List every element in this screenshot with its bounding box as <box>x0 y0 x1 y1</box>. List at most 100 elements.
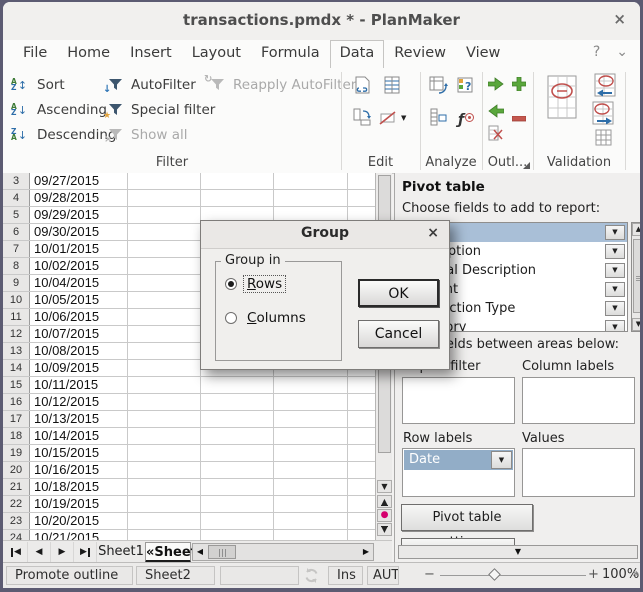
pivot-table-icon[interactable] <box>428 75 448 99</box>
table-row[interactable]: 2210/19/2015 <box>3 496 375 513</box>
clear-circles-icon[interactable] <box>591 101 617 131</box>
row-header[interactable]: 23 <box>3 513 30 529</box>
scroll-down-icon[interactable]: ▼ <box>377 480 392 493</box>
row-header[interactable]: 15 <box>3 377 30 393</box>
sort-button[interactable]: AZ↕ Sort <box>11 75 65 95</box>
row-header[interactable]: 6 <box>3 224 30 240</box>
date-cell[interactable]: 10/04/2015 <box>29 275 99 291</box>
delete-cells-icon[interactable] <box>379 109 397 131</box>
date-cell[interactable]: 10/18/2015 <box>29 479 99 495</box>
menu-view[interactable]: View <box>456 41 510 66</box>
row-header[interactable]: 5 <box>3 207 30 223</box>
table-row[interactable]: 2410/21/2015 <box>3 530 375 540</box>
table-row[interactable]: 1810/14/2015 <box>3 428 375 445</box>
window-close-icon[interactable]: × <box>613 10 626 28</box>
row-labels-dropdown-icon[interactable]: ▼ <box>491 451 512 469</box>
radio-rows[interactable]: Rows <box>225 276 285 292</box>
show-all-button[interactable]: × Show all <box>107 125 188 145</box>
first-sheet-icon[interactable]: ◀ <box>5 542 28 562</box>
previous-object-icon[interactable]: ▲ <box>377 495 392 508</box>
date-cell[interactable]: 10/21/2015 <box>29 530 99 540</box>
date-cell[interactable]: 09/29/2015 <box>29 207 99 223</box>
date-cell[interactable]: 10/11/2015 <box>29 377 98 393</box>
horizontal-scrollbar-thumb[interactable] <box>208 545 236 559</box>
demote-outline-icon[interactable] <box>488 76 504 95</box>
field-dropdown-icon[interactable]: ▼ <box>605 263 625 278</box>
radio-columns[interactable]: Columns <box>225 310 309 326</box>
zoom-in-icon[interactable]: + <box>588 567 599 582</box>
autofilter-button[interactable]: ↓ AutoFilter <box>107 75 196 95</box>
radio-columns-icon[interactable] <box>225 312 237 324</box>
row-labels-item-date[interactable]: Date ▼ <box>404 450 513 470</box>
field-dropdown-icon[interactable]: ▼ <box>605 244 625 259</box>
status-sum-mode[interactable]: AUTO <box>367 566 399 585</box>
row-header[interactable]: 20 <box>3 462 30 478</box>
what-if-icon[interactable]: ? <box>456 75 476 99</box>
date-cell[interactable]: 10/02/2015 <box>29 258 99 274</box>
date-cell[interactable]: 10/05/2015 <box>29 292 99 308</box>
row-header[interactable]: 17 <box>3 411 30 427</box>
table-row[interactable]: 2310/20/2015 <box>3 513 375 530</box>
row-header[interactable]: 18 <box>3 428 30 444</box>
clipped-button[interactable] <box>401 538 515 545</box>
row-header[interactable]: 7 <box>3 241 30 257</box>
radio-columns-label[interactable]: Columns <box>244 310 309 326</box>
table-row[interactable]: 1710/13/2015 <box>3 411 375 428</box>
zoom-out-icon[interactable]: − <box>424 567 435 582</box>
dialog-title-bar[interactable]: Group × <box>201 221 449 249</box>
date-cell[interactable]: 10/16/2015 <box>29 462 99 478</box>
pivot-table-settings-button[interactable]: Pivot table settings... <box>401 504 533 531</box>
promote-outline-icon[interactable] <box>488 103 504 122</box>
outline-group-expander-icon[interactable] <box>523 162 530 169</box>
date-cell[interactable]: 10/12/2015 <box>29 394 99 410</box>
field-list-scroll-up-icon[interactable]: ▲ <box>632 223 640 236</box>
row-header[interactable]: 9 <box>3 275 30 291</box>
tab-sheet1[interactable]: Sheet1 <box>97 542 145 563</box>
zoom-slider-track[interactable] <box>440 575 586 576</box>
values-area[interactable] <box>522 448 635 497</box>
fill-rows-icon[interactable] <box>382 75 402 99</box>
menu-file[interactable]: File <box>13 41 57 66</box>
remove-duplicates-icon[interactable] <box>352 75 372 99</box>
remove-outline-icon[interactable] <box>488 125 504 145</box>
row-header[interactable]: 19 <box>3 445 30 461</box>
row-header[interactable]: 14 <box>3 360 30 376</box>
table-row[interactable]: 409/28/2015 <box>3 190 375 207</box>
validation-icon[interactable] <box>547 75 577 123</box>
field-list-scrollbar-thumb[interactable] <box>633 239 640 313</box>
menu-review[interactable]: Review <box>384 41 456 66</box>
menu-insert[interactable]: Insert <box>120 41 182 66</box>
row-header[interactable]: 10 <box>3 292 30 308</box>
ungroup-cells-icon[interactable] <box>512 107 526 126</box>
menu-data[interactable]: Data <box>330 40 385 68</box>
help-icon[interactable]: ? <box>593 44 600 60</box>
date-cell[interactable]: 10/09/2015 <box>29 360 99 376</box>
date-cell[interactable]: 09/27/2015 <box>29 173 99 189</box>
scroll-right-icon[interactable]: ▶ <box>359 544 373 560</box>
row-header[interactable]: 16 <box>3 394 30 410</box>
date-cell[interactable]: 10/20/2015 <box>29 513 99 529</box>
transpose-icon[interactable] <box>352 107 372 131</box>
row-header[interactable]: 21 <box>3 479 30 495</box>
menu-home[interactable]: Home <box>57 41 120 66</box>
menu-formula[interactable]: Formula <box>251 41 330 66</box>
table-row[interactable]: 1910/15/2015 <box>3 445 375 462</box>
date-cell[interactable]: 09/30/2015 <box>29 224 99 240</box>
cancel-button[interactable]: Cancel <box>358 320 439 348</box>
date-cell[interactable]: 10/15/2015 <box>29 445 99 461</box>
formula-icon[interactable]: ƒ <box>458 109 473 128</box>
goal-seek-icon[interactable] <box>428 107 448 131</box>
browse-object-icon[interactable]: ● <box>377 509 392 522</box>
group-cells-icon[interactable] <box>512 76 526 95</box>
status-more-icon[interactable]: » <box>632 566 639 580</box>
date-cell[interactable]: 10/06/2015 <box>29 309 99 325</box>
date-cell[interactable]: 10/08/2015 <box>29 343 99 359</box>
table-row[interactable]: 2110/18/2015 <box>3 479 375 496</box>
ok-button[interactable]: OK <box>358 279 439 307</box>
title-bar[interactable]: transactions.pmdx * - PlanMaker × <box>3 2 640 41</box>
field-list-scroll-down-icon[interactable]: ▼ <box>632 318 640 331</box>
field-dropdown-icon[interactable]: ▼ <box>605 301 625 316</box>
ribbon-collapse-icon[interactable]: ⌄ <box>616 44 628 60</box>
last-sheet-icon[interactable]: ▶ <box>74 542 97 562</box>
row-header[interactable]: 13 <box>3 343 30 359</box>
